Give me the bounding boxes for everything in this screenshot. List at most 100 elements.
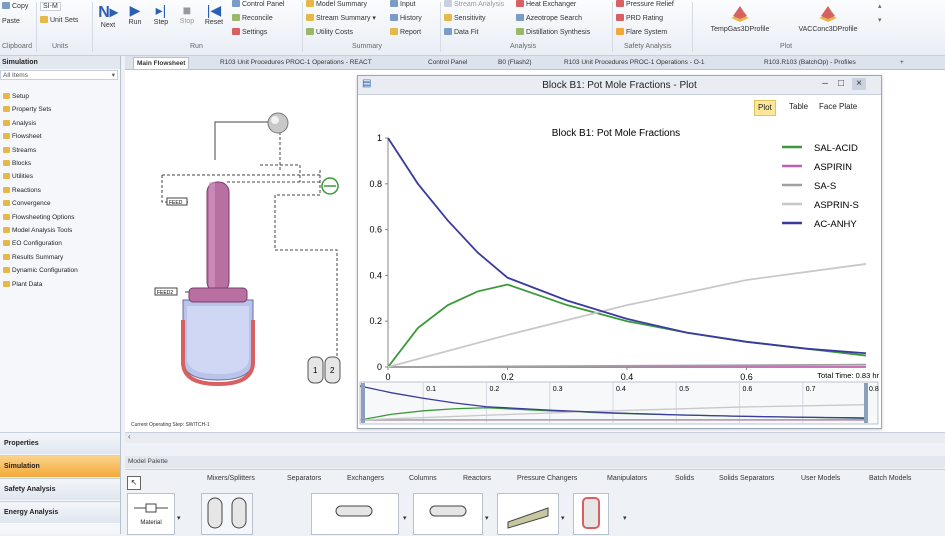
ribbon-scroll-down[interactable]: ▾	[878, 16, 882, 24]
navigator-right-handle[interactable]	[864, 383, 868, 423]
nav-tree-item-dynamic-configuration[interactable]: Dynamic Configuration	[3, 267, 78, 274]
model-summary-button[interactable]: Model Summary	[306, 0, 367, 8]
stream-analysis-button[interactable]: Stream Analysis	[444, 0, 504, 8]
next-button[interactable]: N▸Next	[96, 2, 120, 29]
history-button[interactable]: History	[390, 14, 422, 22]
copy-button[interactable]: Copy	[2, 2, 28, 10]
settings-button[interactable]: Settings	[232, 28, 267, 36]
unit-sets-button[interactable]: Unit Sets	[40, 16, 78, 24]
prd-rating-button[interactable]: PRD Rating	[616, 14, 663, 22]
nav-tree-item-results-summary[interactable]: Results Summary	[3, 254, 63, 261]
palette-tab-solids[interactable]: Solids	[675, 475, 694, 482]
next-icon: N▸	[96, 2, 120, 22]
nav-tree-item-flowsheeting-options[interactable]: Flowsheeting Options	[3, 214, 75, 221]
sensitivity-icon	[444, 14, 452, 21]
palette-tab-batch-models[interactable]: Batch Models	[869, 475, 911, 482]
pointer-tool-icon[interactable]: ↖	[127, 476, 141, 490]
close-button[interactable]: ×	[852, 78, 866, 90]
nav-tree-item-flowsheet[interactable]: Flowsheet	[3, 133, 42, 140]
mole-fraction-chart[interactable]: Block B1: Pot Mole Fractions00.20.40.60.…	[358, 94, 881, 428]
pressure-relief-button[interactable]: Pressure Relief	[616, 0, 674, 8]
report-button[interactable]: Report	[390, 28, 421, 36]
palette-tab-user-models[interactable]: User Models	[801, 475, 840, 482]
reconcile-button[interactable]: Reconcile	[232, 14, 273, 22]
input-button[interactable]: Input	[390, 0, 416, 8]
chevron-down-icon[interactable]: ▾	[177, 514, 181, 522]
control-panel-button[interactable]: Control Panel	[232, 0, 284, 8]
tab-control-panel[interactable]: Control Panel	[425, 57, 470, 68]
nav-tree-item-eo-configuration[interactable]: EO Configuration	[3, 240, 62, 247]
chevron-down-icon[interactable]: ▾	[623, 514, 627, 522]
chevron-down-icon[interactable]: ▾	[403, 514, 407, 522]
flowsheet-horizontal-scrollbar[interactable]: ‹	[125, 432, 945, 443]
scroll-left-icon[interactable]: ‹	[128, 432, 131, 441]
plot-window[interactable]: ▤ Block B1: Pot Mole Fractions - Plot – …	[357, 75, 882, 429]
tab-b0-flash2[interactable]: B0 (Flash2)	[495, 57, 535, 68]
tab-r103-react[interactable]: R103 Unit Procedures PROC-1 Operations -…	[217, 57, 375, 68]
tab-add-button[interactable]: +	[897, 57, 907, 68]
stream-label-feed[interactable]: FEED	[169, 200, 183, 206]
nav-tree-item-utilities[interactable]: Utilities	[3, 173, 33, 180]
vertical-vessels-tool[interactable]	[201, 493, 253, 535]
heat-exchanger-button[interactable]: Heat Exchanger	[516, 0, 576, 8]
tab-r103-o1[interactable]: R103 Unit Procedures PROC-1 Operations -…	[561, 57, 708, 68]
palette-tab-separators[interactable]: Separators	[287, 475, 321, 482]
batch-reactor-tool[interactable]	[573, 493, 609, 535]
vacconc3dprofile-button[interactable]: VACConc3DProfile	[788, 2, 868, 33]
palette-tab-manipulators[interactable]: Manipulators	[607, 475, 647, 482]
nav-tree-item-streams[interactable]: Streams	[3, 147, 36, 154]
folder-icon	[3, 120, 10, 126]
nav-tree-item-reactions[interactable]: Reactions	[3, 187, 41, 194]
palette-tab-mixers-splitters[interactable]: Mixers/Splitters	[207, 475, 255, 482]
nav-tree-item-plant-data[interactable]: Plant Data	[3, 281, 42, 288]
horizontal-drum-tool[interactable]	[311, 493, 399, 535]
nav-tree-item-analysis[interactable]: Analysis	[3, 120, 36, 127]
nav-filter-select[interactable]: All Items▾	[0, 70, 118, 80]
folder-icon	[3, 133, 10, 139]
plot-window-titlebar[interactable]: ▤ Block B1: Pot Mole Fractions - Plot – …	[358, 76, 881, 95]
nav-tree-item-blocks[interactable]: Blocks	[3, 160, 31, 167]
ribbon-scroll-up[interactable]: ▴	[878, 2, 882, 10]
flare-system-button[interactable]: Flare System	[616, 28, 667, 36]
maximize-button[interactable]: □	[834, 78, 848, 90]
tempgas3dprofile-button[interactable]: TempGas3DProfile	[700, 2, 780, 33]
units-select[interactable]: SI-M	[40, 2, 61, 11]
utility-costs-button[interactable]: Utility Costs	[306, 28, 353, 36]
nav-energy-analysis-button[interactable]: Energy Analysis	[0, 501, 120, 523]
stream-summary-button[interactable]: Stream Summary ▾	[306, 14, 376, 22]
palette-tab-exchangers[interactable]: Exchangers	[347, 475, 384, 482]
distillation-synthesis-button[interactable]: Distillation Synthesis	[516, 28, 590, 36]
nav-tree-item-model-analysis-tools[interactable]: Model Analysis Tools	[3, 227, 72, 234]
nav-tree-item-property-sets[interactable]: Property Sets	[3, 106, 51, 113]
batch-separator-tool[interactable]	[497, 493, 559, 535]
decanter-tool[interactable]	[413, 493, 483, 535]
chevron-down-icon[interactable]: ▾	[485, 514, 489, 522]
palette-tab-solids-separators[interactable]: Solids Separators	[719, 475, 774, 482]
stop-button[interactable]: ■Stop	[176, 2, 198, 25]
sensitivity-button[interactable]: Sensitivity	[444, 14, 486, 22]
palette-tab-pressure-changers[interactable]: Pressure Changers	[517, 475, 577, 482]
data-fit-button[interactable]: Data Fit	[444, 28, 479, 36]
chevron-down-icon[interactable]: ▾	[561, 514, 565, 522]
3d-surface-icon	[729, 2, 751, 24]
reset-button[interactable]: |◀Reset	[202, 2, 226, 26]
navigator-left-handle[interactable]	[361, 383, 365, 423]
nav-tree-item-setup[interactable]: Setup	[3, 93, 29, 100]
paste-button[interactable]: Paste	[2, 18, 20, 25]
minimize-button[interactable]: –	[818, 78, 832, 90]
nav-safety-analysis-button[interactable]: Safety Analysis	[0, 478, 120, 500]
run-button[interactable]: ▶Run	[124, 2, 146, 26]
azeotrope-search-button[interactable]: Azeotrope Search	[516, 14, 582, 22]
step-button[interactable]: ▸|Step	[150, 2, 172, 26]
nav-properties-button[interactable]: Properties	[0, 432, 120, 454]
palette-tab-reactors[interactable]: Reactors	[463, 475, 491, 482]
tab-r103-profiles[interactable]: R103.R103 (BatchOp) - Profiles	[761, 57, 859, 68]
stream-label-feed2[interactable]: FEED2	[157, 290, 173, 296]
batch-reactor-icon	[574, 494, 608, 534]
material-stream-tool[interactable]: Material	[127, 493, 175, 535]
palette-tab-columns[interactable]: Columns	[409, 475, 437, 482]
nav-tree-item-convergence[interactable]: Convergence	[3, 200, 51, 207]
folder-icon	[3, 254, 10, 260]
tab-main-flowsheet[interactable]: Main Flowsheet	[133, 57, 189, 69]
nav-simulation-button[interactable]: Simulation	[0, 455, 120, 477]
